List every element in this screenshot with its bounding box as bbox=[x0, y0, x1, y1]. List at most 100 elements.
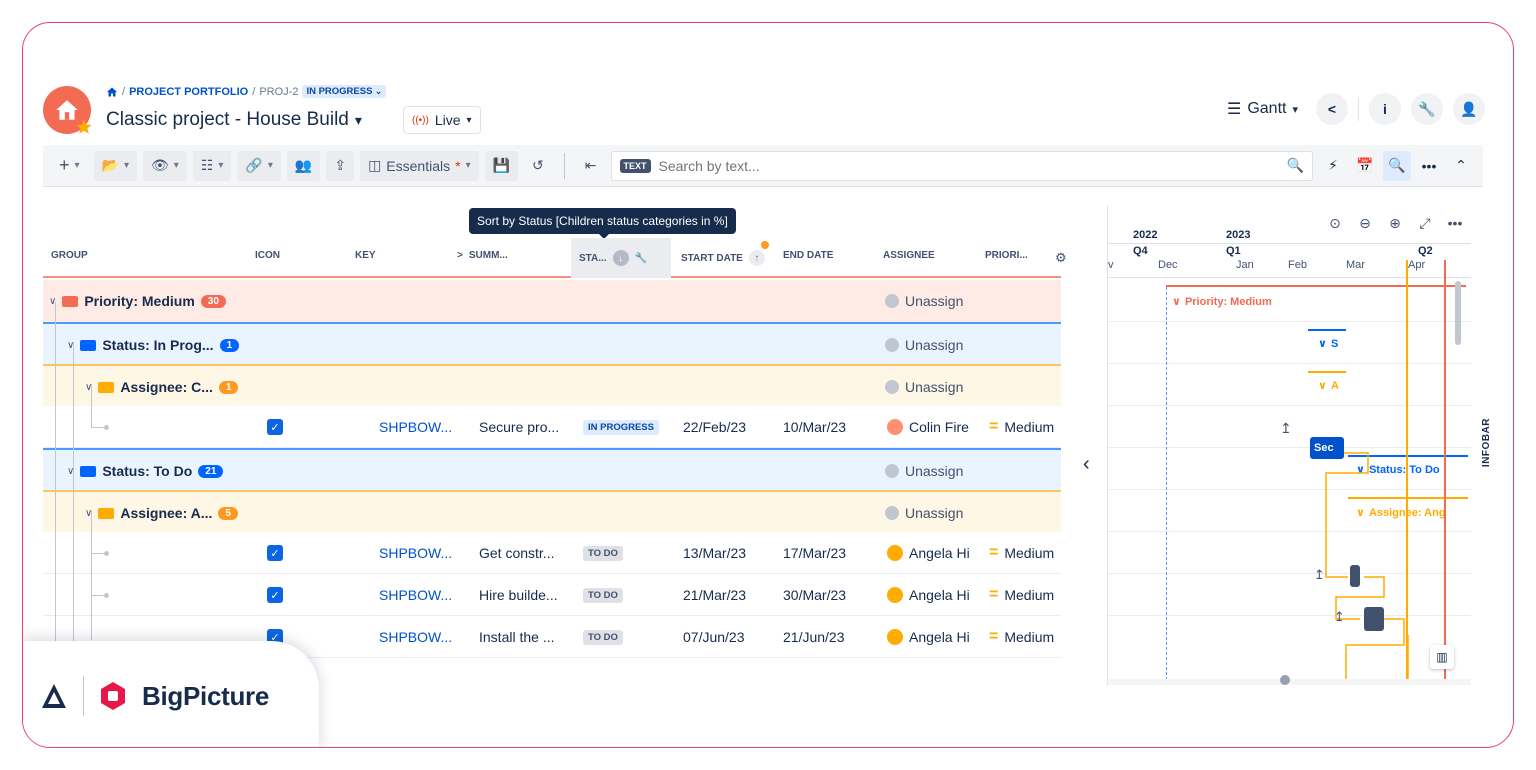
breadcrumb-project-key[interactable]: PROJ-2 bbox=[259, 86, 298, 98]
issue-key[interactable]: SHPBOW... bbox=[379, 406, 452, 448]
map-icon[interactable]: ▥ bbox=[1430, 645, 1454, 669]
visibility-menu[interactable]: 👁 ▾ bbox=[143, 150, 187, 181]
column-end-date[interactable]: END DATE bbox=[783, 250, 833, 261]
gear-icon[interactable]: ⚙ bbox=[1055, 250, 1067, 266]
user-icon: 👤 bbox=[1460, 100, 1478, 117]
start-date-cell[interactable]: 07/Jun/23 bbox=[683, 616, 745, 658]
tree-connector bbox=[91, 553, 105, 554]
live-mode-button[interactable]: ((•)) Live ▾ bbox=[403, 106, 481, 134]
search-icon[interactable]: 🔍 bbox=[1287, 157, 1304, 174]
team-button[interactable]: 👥 bbox=[286, 150, 321, 181]
column-assignee[interactable]: ASSIGNEE bbox=[883, 250, 935, 261]
status-badge[interactable]: TO DO bbox=[583, 587, 623, 603]
task-type-icon: ✓ bbox=[267, 587, 283, 603]
essentials-view[interactable]: ◫ Essentials * ▾ bbox=[360, 150, 479, 181]
group-count-badge: 30 bbox=[200, 294, 226, 308]
summary-cell[interactable]: Install the ... bbox=[479, 616, 554, 658]
column-priority[interactable]: PRIORI... bbox=[985, 250, 1028, 261]
tree-connector bbox=[73, 342, 74, 682]
sort-down-icon[interactable]: ↓ bbox=[612, 250, 629, 266]
issue-key[interactable]: SHPBOW... bbox=[379, 574, 452, 616]
info-button[interactable]: i bbox=[1369, 93, 1401, 125]
summary-cell[interactable]: Secure pro... bbox=[479, 406, 559, 448]
table-row[interactable]: ✓ SHPBOW... Hire builde... TO DO 21/Mar/… bbox=[43, 574, 1061, 616]
undo-button[interactable]: ↺ bbox=[524, 151, 552, 181]
end-date-cell[interactable]: 21/Jun/23 bbox=[783, 616, 845, 658]
table-row[interactable]: ✓ SHPBOW... Secure pro... IN PROGRESS 22… bbox=[43, 406, 1061, 448]
group-row-assignee-a[interactable]: ∨ Assignee: A... 5 Unassign bbox=[43, 490, 1061, 532]
group-count-badge: 1 bbox=[219, 338, 240, 352]
share-button[interactable]: < bbox=[1316, 93, 1348, 125]
assignee-cell[interactable]: Angela Hi bbox=[887, 532, 970, 574]
horizontal-scroll-thumb[interactable] bbox=[1280, 675, 1290, 685]
folder-menu[interactable]: 📂 ▾ bbox=[93, 150, 138, 181]
end-date-cell[interactable]: 17/Mar/23 bbox=[783, 532, 846, 574]
issue-key[interactable]: SHPBOW... bbox=[379, 616, 452, 658]
chevron-up-icon[interactable]: ⌃ bbox=[1447, 151, 1475, 181]
calendar-icon[interactable]: 📅 bbox=[1351, 151, 1379, 181]
group-row-priority[interactable]: ∨ Priority: Medium 30 Unassign bbox=[43, 280, 1061, 322]
priority-cell[interactable]: = Medium bbox=[989, 574, 1054, 616]
column-status[interactable]: STA... ↓ 🔧 bbox=[579, 250, 647, 266]
column-start-date[interactable]: START DATE ↑ bbox=[681, 250, 765, 266]
upload-arrow-icon[interactable]: ↥ bbox=[1314, 567, 1325, 583]
start-date-cell[interactable]: 21/Mar/23 bbox=[683, 574, 746, 616]
upload-arrow-icon[interactable]: ↥ bbox=[1334, 609, 1345, 625]
summary-cell[interactable]: Hire builde... bbox=[479, 574, 558, 616]
columns-menu[interactable]: ☷ ▾ bbox=[192, 150, 232, 181]
priority-cell[interactable]: = Medium bbox=[989, 406, 1054, 448]
end-date-cell[interactable]: 10/Mar/23 bbox=[783, 406, 846, 448]
gantt-task-bar[interactable] bbox=[1350, 565, 1360, 587]
header-actions: ☰ Gantt ▾ < i 🔧 👤 bbox=[1219, 93, 1485, 125]
assignee-cell[interactable]: Angela Hi bbox=[887, 616, 970, 658]
gantt-task-bar[interactable] bbox=[1364, 607, 1384, 631]
column-group[interactable]: GROUP bbox=[51, 250, 88, 261]
home-icon[interactable] bbox=[106, 86, 118, 98]
search-input[interactable] bbox=[658, 157, 1279, 174]
assignee-cell[interactable]: Colin Fire bbox=[887, 406, 969, 448]
assignee-cell[interactable]: Angela Hi bbox=[887, 574, 970, 616]
priority-cell[interactable]: = Medium bbox=[989, 616, 1054, 658]
tools-button[interactable]: 🔧 bbox=[1411, 93, 1443, 125]
expand-icon[interactable]: > bbox=[457, 250, 463, 261]
sort-up-icon[interactable]: ↑ bbox=[748, 250, 765, 266]
user-button[interactable]: 👤 bbox=[1453, 93, 1485, 125]
text-search-chip[interactable]: TEXT bbox=[619, 158, 651, 173]
view-switcher[interactable]: ☰ Gantt ▾ bbox=[1219, 95, 1306, 123]
chevron-left-icon[interactable]: ‹ bbox=[1083, 453, 1090, 476]
project-status-badge[interactable]: IN PROGRESS ⌄ bbox=[302, 85, 387, 98]
status-badge[interactable]: IN PROGRESS bbox=[583, 419, 659, 435]
end-date-cell[interactable]: 30/Mar/23 bbox=[783, 574, 846, 616]
start-date-cell[interactable]: 22/Feb/23 bbox=[683, 406, 746, 448]
infobar-tab[interactable]: INFOBAR bbox=[1481, 418, 1492, 467]
columns-icon: ☷ bbox=[200, 157, 214, 173]
zoom-search-icon[interactable]: 🔍 bbox=[1383, 150, 1411, 181]
start-date-cell[interactable]: 13/Mar/23 bbox=[683, 532, 746, 574]
collapse-panel-button[interactable]: ⇤ bbox=[577, 151, 605, 181]
table-row[interactable]: ✓ SHPBOW... Get constr... TO DO 13/Mar/2… bbox=[43, 532, 1061, 574]
status-badge[interactable]: TO DO bbox=[583, 545, 623, 561]
project-title[interactable]: Classic project - House Build ▾ bbox=[106, 109, 362, 131]
bolt-icon[interactable]: ⚡ bbox=[1319, 151, 1347, 181]
avatar bbox=[885, 506, 899, 520]
group-row-status-in-progress[interactable]: ∨ Status: In Prog... 1 Unassign bbox=[43, 322, 1061, 364]
breadcrumb-portfolio[interactable]: PROJECT PORTFOLIO bbox=[129, 86, 248, 98]
search-box[interactable]: TEXT 🔍 bbox=[610, 150, 1313, 181]
vertical-scrollbar[interactable] bbox=[1455, 281, 1461, 345]
export-button[interactable]: ⇪ bbox=[326, 150, 355, 181]
wrench-icon[interactable]: 🔧 bbox=[635, 253, 647, 264]
summary-cell[interactable]: Get constr... bbox=[479, 532, 554, 574]
issue-key[interactable]: SHPBOW... bbox=[379, 532, 452, 574]
column-summary[interactable]: > SUMM... bbox=[457, 250, 508, 261]
column-icon[interactable]: ICON bbox=[255, 250, 280, 261]
group-row-assignee-c[interactable]: ∨ Assignee: C... 1 Unassign bbox=[43, 364, 1061, 406]
add-button[interactable]: + ▾ bbox=[51, 151, 88, 181]
column-key[interactable]: KEY bbox=[355, 250, 376, 261]
status-badge[interactable]: TO DO bbox=[583, 629, 623, 645]
more-icon[interactable]: ••• bbox=[1415, 151, 1443, 181]
group-row-status-to-do[interactable]: ∨ Status: To Do 21 Unassign bbox=[43, 448, 1061, 490]
task-type-icon: ✓ bbox=[267, 545, 283, 561]
priority-cell[interactable]: = Medium bbox=[989, 532, 1054, 574]
links-menu[interactable]: 🔗 ▾ bbox=[237, 150, 281, 181]
save-view-button[interactable]: 💾 bbox=[484, 150, 519, 181]
